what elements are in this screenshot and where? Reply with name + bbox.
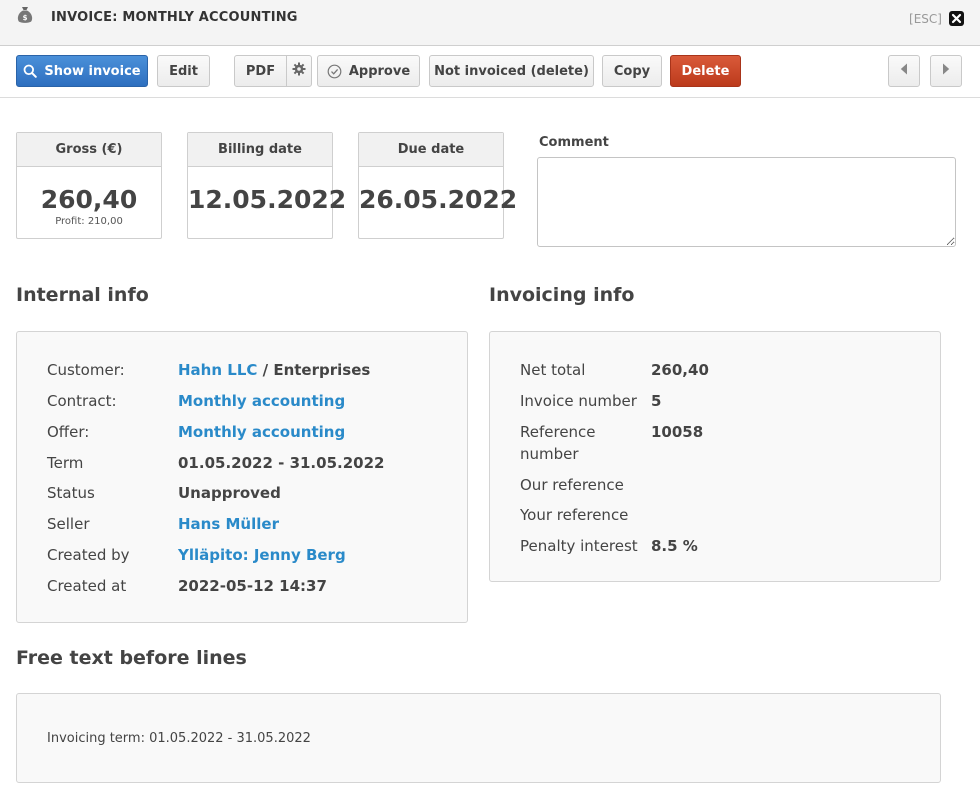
- created-by-label: Created by: [47, 546, 130, 564]
- gross-label: Gross (€): [17, 133, 161, 167]
- net-total-label: Net total: [520, 361, 586, 379]
- customer-label: Customer:: [47, 361, 125, 379]
- customer-value: Hahn LLC / Enterprises: [178, 359, 370, 381]
- billing-date-stat: Billing date 12.05.2022: [187, 132, 347, 239]
- previous-button[interactable]: [888, 55, 920, 87]
- reference-number-label-line1: Reference: [520, 423, 596, 441]
- gear-icon: [292, 62, 306, 80]
- not-invoiced-delete-button[interactable]: Not invoiced (delete): [429, 55, 594, 87]
- search-icon: [23, 64, 38, 78]
- internal-info-panel: Customer: Hahn LLC / Enterprises Contrac…: [16, 331, 468, 623]
- check-circle-icon: [327, 64, 342, 79]
- due-date-label: Due date: [359, 133, 503, 167]
- comment-label: Comment: [539, 135, 609, 150]
- created-at-label: Created at: [47, 577, 127, 595]
- edit-button[interactable]: Edit: [157, 55, 210, 87]
- customer-link[interactable]: Hahn LLC: [178, 361, 257, 379]
- invoice-number-value: 5: [651, 392, 662, 410]
- free-text-panel: Invoicing term: 01.05.2022 - 31.05.2022: [16, 693, 941, 783]
- pdf-settings-button[interactable]: [286, 55, 312, 87]
- pdf-button[interactable]: PDF: [234, 55, 287, 87]
- svg-text:$: $: [23, 14, 28, 22]
- gross-stat: Gross (€) 260,40 Profit: 210,00: [16, 132, 162, 239]
- window-title: INVOICE: MONTHLY ACCOUNTING: [51, 10, 298, 25]
- contract-link[interactable]: Monthly accounting: [178, 390, 345, 412]
- approve-button[interactable]: Approve: [317, 55, 420, 87]
- invoice-number-label: Invoice number: [520, 392, 637, 410]
- status-value: Unapproved: [178, 484, 281, 502]
- caret-right-icon: [942, 63, 950, 79]
- billing-date-label: Billing date: [188, 133, 332, 167]
- next-button[interactable]: [930, 55, 962, 87]
- not-invoiced-label: Not invoiced (delete): [434, 63, 589, 79]
- gross-value: 260,40: [40, 185, 138, 214]
- free-text-value: Invoicing term: 01.05.2022 - 31.05.2022: [47, 731, 311, 746]
- window-titlebar: $ INVOICE: MONTHLY ACCOUNTING [ESC]: [0, 0, 980, 46]
- your-reference-label: Your reference: [520, 506, 629, 524]
- profit-value: Profit: 210,00: [55, 216, 123, 227]
- penalty-interest-label: Penalty interest: [520, 537, 638, 555]
- approve-label: Approve: [348, 63, 411, 79]
- edit-label: Edit: [169, 63, 198, 79]
- esc-hint[interactable]: [ESC]: [909, 12, 942, 26]
- due-date-value: 26.05.2022: [359, 185, 518, 214]
- show-invoice-label: Show invoice: [44, 63, 141, 79]
- created-by-link[interactable]: Ylläpito: Jenny Berg: [178, 544, 346, 566]
- delete-button[interactable]: Delete: [670, 55, 741, 87]
- term-label: Term: [47, 454, 84, 472]
- pdf-label: PDF: [245, 63, 276, 79]
- invoicing-info-title: Invoicing info: [489, 284, 635, 306]
- offer-label: Offer:: [47, 423, 90, 441]
- seller-link[interactable]: Hans Müller: [178, 513, 279, 535]
- billing-date-value: 12.05.2022: [188, 185, 347, 214]
- status-label: Status: [47, 484, 95, 502]
- reference-number-value: 10058: [651, 423, 704, 441]
- copy-button[interactable]: Copy: [602, 55, 662, 87]
- customer-group: Enterprises: [273, 361, 371, 379]
- seller-label: Seller: [47, 515, 90, 533]
- created-at-value: 2022-05-12 14:37: [178, 577, 327, 595]
- comment-field[interactable]: [537, 157, 956, 247]
- close-icon[interactable]: [949, 11, 964, 26]
- money-bag-icon: $: [17, 6, 33, 24]
- net-total-value: 260,40: [651, 361, 709, 379]
- due-date-stat: Due date 26.05.2022: [358, 132, 518, 239]
- show-invoice-button[interactable]: Show invoice: [16, 55, 148, 87]
- reference-number-label: Reference number: [520, 421, 645, 465]
- toolbar: Show invoice Edit PDF Approve Not invoic…: [0, 46, 980, 98]
- our-reference-label: Our reference: [520, 476, 624, 494]
- contract-label: Contract:: [47, 392, 117, 410]
- penalty-interest-value: 8.5 %: [651, 537, 698, 555]
- copy-label: Copy: [613, 63, 651, 79]
- caret-left-icon: [900, 63, 908, 79]
- offer-link[interactable]: Monthly accounting: [178, 421, 345, 443]
- delete-label: Delete: [681, 63, 730, 79]
- reference-number-label-line2: number: [520, 445, 579, 463]
- customer-separator: /: [257, 361, 274, 379]
- invoicing-info-panel: Net total 260,40 Invoice number 5 Refere…: [489, 331, 941, 582]
- term-value: 01.05.2022 - 31.05.2022: [178, 454, 385, 472]
- internal-info-title: Internal info: [16, 284, 149, 306]
- free-text-title: Free text before lines: [16, 647, 247, 669]
